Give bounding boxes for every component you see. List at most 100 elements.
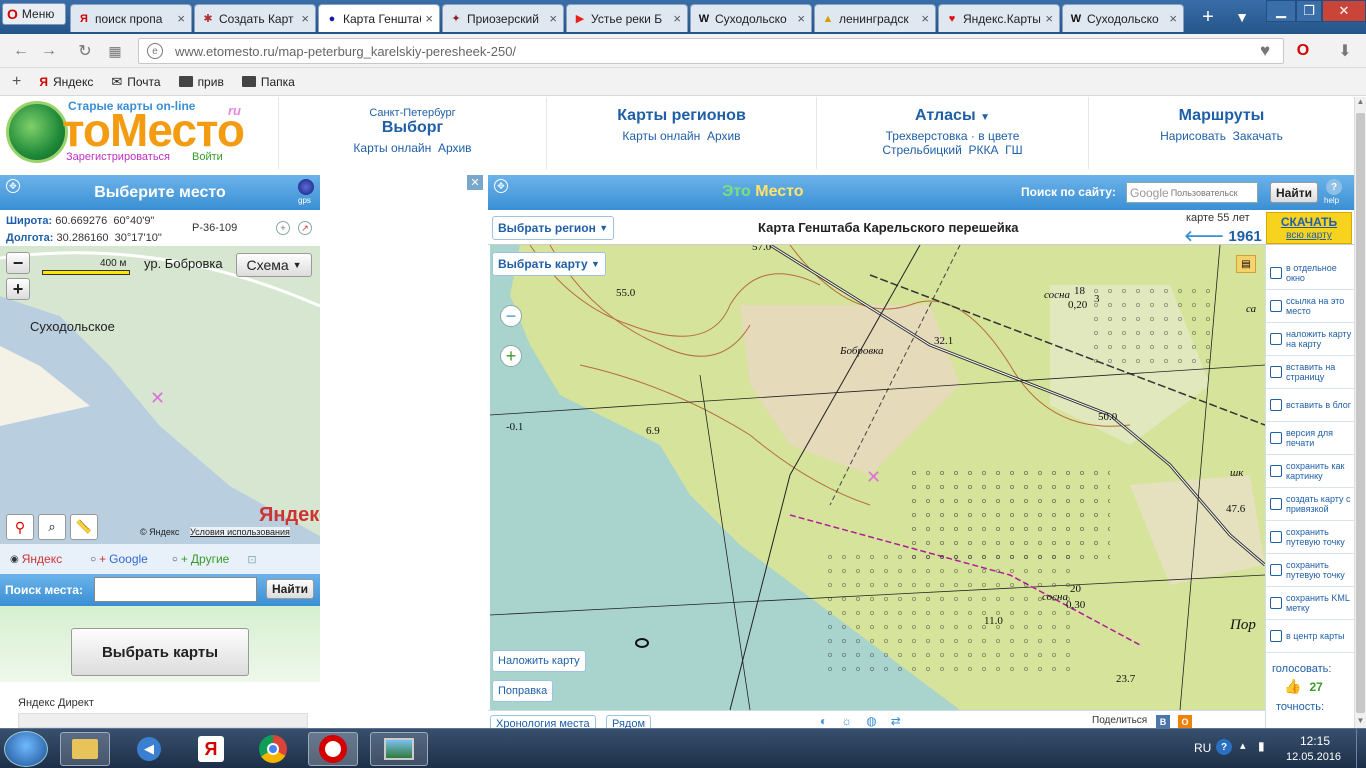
vk-share-icon[interactable]: В: [1156, 715, 1170, 729]
city-link[interactable]: Выборг: [279, 119, 546, 137]
source-yandex-radio[interactable]: ◉ Яндекс: [10, 552, 62, 566]
close-tab-icon[interactable]: ×: [797, 11, 805, 26]
city-online-link[interactable]: Карты онлайн: [353, 141, 431, 155]
bookmark-folder-papka[interactable]: Папка: [241, 75, 295, 89]
taskbar-photo-viewer[interactable]: [370, 732, 428, 766]
crosshair-icon[interactable]: +: [276, 221, 290, 235]
add-bookmark-icon[interactable]: +: [12, 73, 21, 91]
tab-3[interactable]: ✦ Приозерский ×: [442, 4, 564, 32]
page-scrollbar[interactable]: ▲ ▼: [1354, 97, 1366, 728]
taskbar-yandex[interactable]: Я: [186, 732, 236, 766]
tab-1[interactable]: ✱ Создать Карт ×: [194, 4, 316, 32]
regions-link[interactable]: Карты регионов: [547, 107, 816, 125]
site-search-input[interactable]: Google Пользовательск: [1126, 182, 1258, 203]
tab-4[interactable]: ▶ Устье реки Б ×: [566, 4, 688, 32]
close-window-icon[interactable]: ✕: [1322, 0, 1366, 22]
reload-icon[interactable]: ↻: [74, 40, 96, 62]
help-tray-icon[interactable]: ?: [1216, 739, 1232, 755]
ruler-tool-icon[interactable]: 📏: [70, 514, 98, 540]
close-tab-icon[interactable]: ×: [1045, 11, 1053, 26]
layers-icon[interactable]: ▤: [1236, 255, 1256, 273]
atlas-strelbitsky-link[interactable]: Стрельбицкий: [882, 143, 961, 157]
bookmark-yandex[interactable]: Я Яндекс: [39, 75, 93, 89]
close-tab-icon[interactable]: ×: [177, 11, 185, 26]
taskbar-explorer[interactable]: [60, 732, 110, 766]
source-other-radio[interactable]: ○ + Другие: [172, 552, 229, 566]
new-tab-icon[interactable]: +: [1196, 6, 1220, 28]
zoom-in-button[interactable]: +: [6, 278, 30, 300]
panel-move-icon[interactable]: ✥: [494, 179, 508, 193]
prev-year-icon[interactable]: 🡐: [1184, 228, 1224, 245]
routes-draw-link[interactable]: Нарисовать: [1160, 129, 1226, 143]
login-link[interactable]: Войти: [192, 151, 223, 163]
tab-menu-icon[interactable]: ▼: [1230, 6, 1254, 28]
tab-6[interactable]: ▲ ленинградск ×: [814, 4, 936, 32]
source-google-radio[interactable]: ○ + Google: [90, 552, 148, 566]
region-select[interactable]: Выбрать регион ▼: [492, 216, 615, 240]
close-tab-icon[interactable]: ×: [301, 11, 309, 26]
taskbar-media[interactable]: ◀: [124, 732, 174, 766]
ad-close-icon[interactable]: ✕: [467, 175, 483, 190]
show-desktop-button[interactable]: [1356, 729, 1366, 768]
regions-online-link[interactable]: Карты онлайн: [622, 129, 700, 143]
opera-menu-button[interactable]: O Меню: [2, 3, 66, 25]
map-select[interactable]: Выбрать карту ▼: [492, 252, 606, 276]
atlas-trekhverstovka-link[interactable]: Трехверстовка: [886, 129, 968, 143]
brightness-icon[interactable]: ☼: [841, 714, 852, 728]
compass-icon[interactable]: ↗: [298, 221, 312, 235]
choose-maps-button[interactable]: Выбрать карты: [71, 628, 249, 676]
map-tool-item[interactable]: в центр карты: [1266, 620, 1354, 653]
site-info-icon[interactable]: e: [147, 43, 163, 59]
tray-expand-icon[interactable]: ▴: [1240, 739, 1246, 752]
forward-icon[interactable]: →: [38, 40, 60, 62]
map-slider-controls[interactable]: ◐ ☼ ◍ ⇄: [820, 714, 980, 728]
overlay-map-button[interactable]: Наложить карту: [492, 650, 586, 672]
regions-archive-link[interactable]: Архив: [707, 129, 741, 143]
map-tool-item[interactable]: сохранить путевую точку: [1266, 554, 1354, 587]
topographic-map[interactable]: 57.0 55.0 сосна 18 0,20 3 Бобровка 32.1 50.0 6.9 -…: [490, 245, 1265, 710]
network-icon[interactable]: ▮: [1258, 739, 1265, 753]
atlas-rkka-link[interactable]: РККА: [968, 143, 998, 157]
scroll-down-icon[interactable]: ▼: [1355, 716, 1366, 728]
map-tool-item[interactable]: вставить на страницу: [1266, 356, 1354, 389]
correction-button[interactable]: Поправка: [492, 680, 554, 702]
zoom-out-button[interactable]: −: [6, 252, 30, 274]
scrollbar-thumb[interactable]: [1356, 113, 1365, 713]
speed-dial-icon[interactable]: ▦: [104, 40, 126, 62]
map-tool-item[interactable]: наложить карту на карту: [1266, 323, 1354, 356]
arrows-icon[interactable]: ⇄: [891, 714, 901, 728]
map-zoom-in-button[interactable]: +: [500, 345, 522, 367]
close-tab-icon[interactable]: ×: [921, 11, 929, 26]
map-tool-item[interactable]: сохранить путевую точку: [1266, 521, 1354, 554]
map-tool-item[interactable]: сохранить KML метку: [1266, 587, 1354, 620]
downloads-icon[interactable]: ⬇: [1334, 40, 1356, 62]
place-search-button[interactable]: Найти: [266, 579, 314, 599]
tab-0[interactable]: Япоиск пропа ×: [70, 4, 192, 32]
map-tool-item[interactable]: ссылка на это место: [1266, 290, 1354, 323]
site-search-button[interactable]: Найти: [1270, 182, 1318, 203]
placemark-tool-icon[interactable]: ⚲: [6, 514, 34, 540]
map-zoom-out-button[interactable]: −: [500, 305, 522, 327]
place-search-input[interactable]: [94, 577, 257, 602]
map-tool-item[interactable]: создать карту с привязкой: [1266, 488, 1354, 521]
scroll-up-icon[interactable]: ▲: [1355, 97, 1366, 109]
bookmark-folder-priv[interactable]: прив: [178, 75, 224, 89]
routes-link[interactable]: Маршруты: [1089, 107, 1354, 125]
mini-map[interactable]: − + 400 м ур. Бобровка Суходольское Схем…: [0, 246, 320, 544]
atlases-dropdown[interactable]: Атласы ▼: [817, 107, 1088, 125]
terms-link[interactable]: Условия использования: [190, 527, 290, 537]
clock[interactable]: 12:15: [1300, 734, 1330, 748]
start-button[interactable]: [4, 731, 48, 767]
register-link[interactable]: Зарегистрироваться: [66, 151, 170, 163]
atlas-gsh-link[interactable]: ГШ: [1005, 143, 1023, 157]
download-map-button[interactable]: СКАЧАТЬ всю карту: [1266, 212, 1352, 244]
thumbs-up-icon[interactable]: 👍: [1284, 678, 1301, 695]
close-tab-icon[interactable]: ×: [549, 11, 557, 26]
close-tab-icon[interactable]: ×: [673, 11, 681, 26]
gps-icon[interactable]: [298, 179, 314, 195]
map-tool-item[interactable]: в отдельное окно: [1266, 257, 1354, 290]
back-icon[interactable]: ←: [10, 40, 32, 62]
map-tool-item[interactable]: версия для печати: [1266, 422, 1354, 455]
close-tab-icon[interactable]: ×: [1169, 11, 1177, 26]
opacity-slider-icon[interactable]: ◐: [820, 714, 827, 728]
